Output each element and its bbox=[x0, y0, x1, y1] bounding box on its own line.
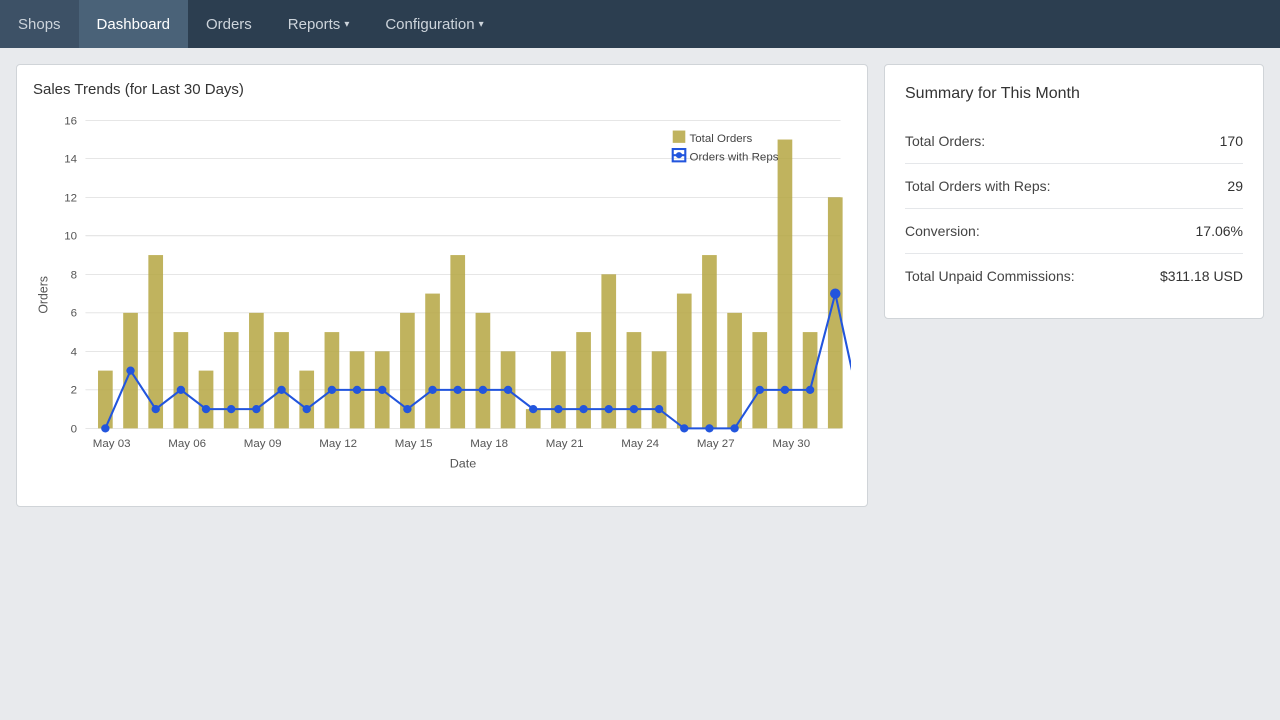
svg-text:May 09: May 09 bbox=[244, 438, 282, 450]
svg-text:12: 12 bbox=[64, 192, 77, 204]
summary-label-orders-with-reps: Total Orders with Reps: bbox=[905, 178, 1051, 194]
svg-text:Date: Date bbox=[450, 457, 477, 471]
reports-arrow-icon: ▾ bbox=[344, 19, 349, 30]
svg-text:14: 14 bbox=[64, 153, 77, 165]
svg-text:4: 4 bbox=[71, 347, 78, 359]
svg-text:16: 16 bbox=[64, 115, 77, 127]
summary-value-unpaid-commissions: $311.18 USD bbox=[1160, 268, 1243, 284]
summary-label-unpaid-commissions: Total Unpaid Commissions: bbox=[905, 268, 1075, 284]
navbar: Shops Dashboard Orders Reports ▾ Configu… bbox=[0, 0, 1280, 48]
summary-row-total-orders: Total Orders: 170 bbox=[905, 119, 1243, 164]
svg-text:May 27: May 27 bbox=[697, 438, 735, 450]
summary-label-conversion: Conversion: bbox=[905, 223, 980, 239]
svg-text:6: 6 bbox=[71, 308, 77, 320]
svg-text:May 12: May 12 bbox=[319, 438, 357, 450]
nav-configuration[interactable]: Configuration ▾ bbox=[367, 0, 501, 48]
summary-label-total-orders: Total Orders: bbox=[905, 133, 985, 149]
svg-text:May 06: May 06 bbox=[168, 438, 206, 450]
summary-value-total-orders: 170 bbox=[1220, 133, 1243, 149]
configuration-arrow-icon: ▾ bbox=[479, 19, 484, 30]
svg-text:0: 0 bbox=[71, 424, 77, 436]
svg-text:May 03: May 03 bbox=[93, 438, 131, 450]
chart-title: Sales Trends (for Last 30 Days) bbox=[33, 81, 851, 98]
svg-text:May 30: May 30 bbox=[772, 438, 810, 450]
svg-text:May 21: May 21 bbox=[546, 438, 584, 450]
chart-svg: 0 2 4 6 8 10 12 14 16 Orders bbox=[33, 110, 851, 490]
summary-value-conversion: 17.06% bbox=[1196, 223, 1243, 239]
svg-text:Orders with Reps: Orders with Reps bbox=[689, 151, 778, 163]
nav-orders[interactable]: Orders bbox=[188, 0, 270, 48]
svg-text:May 24: May 24 bbox=[621, 438, 659, 450]
summary-row-conversion: Conversion: 17.06% bbox=[905, 209, 1243, 254]
svg-text:8: 8 bbox=[71, 270, 77, 282]
svg-text:2: 2 bbox=[71, 385, 77, 397]
svg-text:May 15: May 15 bbox=[395, 438, 433, 450]
chart-card: Sales Trends (for Last 30 Days) 0 2 4 bbox=[16, 64, 868, 507]
nav-dashboard[interactable]: Dashboard bbox=[79, 0, 188, 48]
svg-text:10: 10 bbox=[64, 230, 77, 242]
summary-row-orders-with-reps: Total Orders with Reps: 29 bbox=[905, 164, 1243, 209]
summary-value-orders-with-reps: 29 bbox=[1227, 178, 1243, 194]
chart-area: 0 2 4 6 8 10 12 14 16 Orders bbox=[33, 110, 851, 490]
main-content: Sales Trends (for Last 30 Days) 0 2 4 bbox=[0, 48, 1280, 523]
svg-text:Total Orders: Total Orders bbox=[689, 133, 752, 145]
summary-card: Summary for This Month Total Orders: 170… bbox=[884, 64, 1264, 319]
summary-title: Summary for This Month bbox=[905, 85, 1243, 103]
nav-shops[interactable]: Shops bbox=[0, 0, 79, 48]
svg-text:May 18: May 18 bbox=[470, 438, 508, 450]
svg-text:Orders: Orders bbox=[37, 276, 51, 314]
summary-row-unpaid-commissions: Total Unpaid Commissions: $311.18 USD bbox=[905, 254, 1243, 298]
nav-reports[interactable]: Reports ▾ bbox=[270, 0, 368, 48]
